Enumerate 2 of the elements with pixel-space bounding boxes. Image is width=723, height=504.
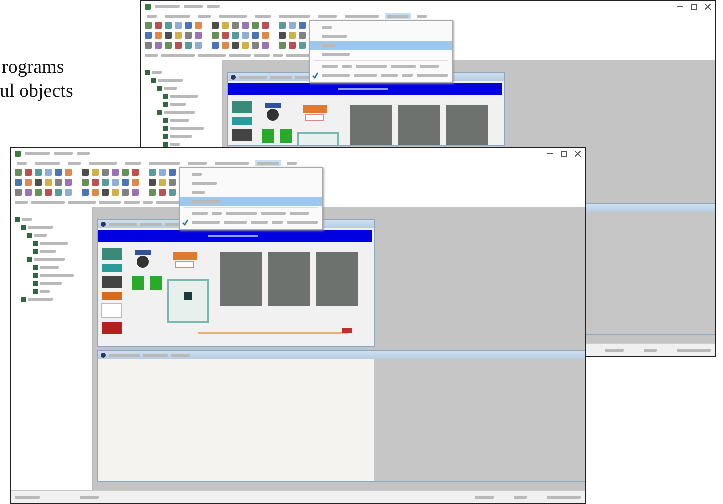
caption-text: ul objects xyxy=(0,80,74,104)
caption-text: rograms xyxy=(2,56,64,80)
